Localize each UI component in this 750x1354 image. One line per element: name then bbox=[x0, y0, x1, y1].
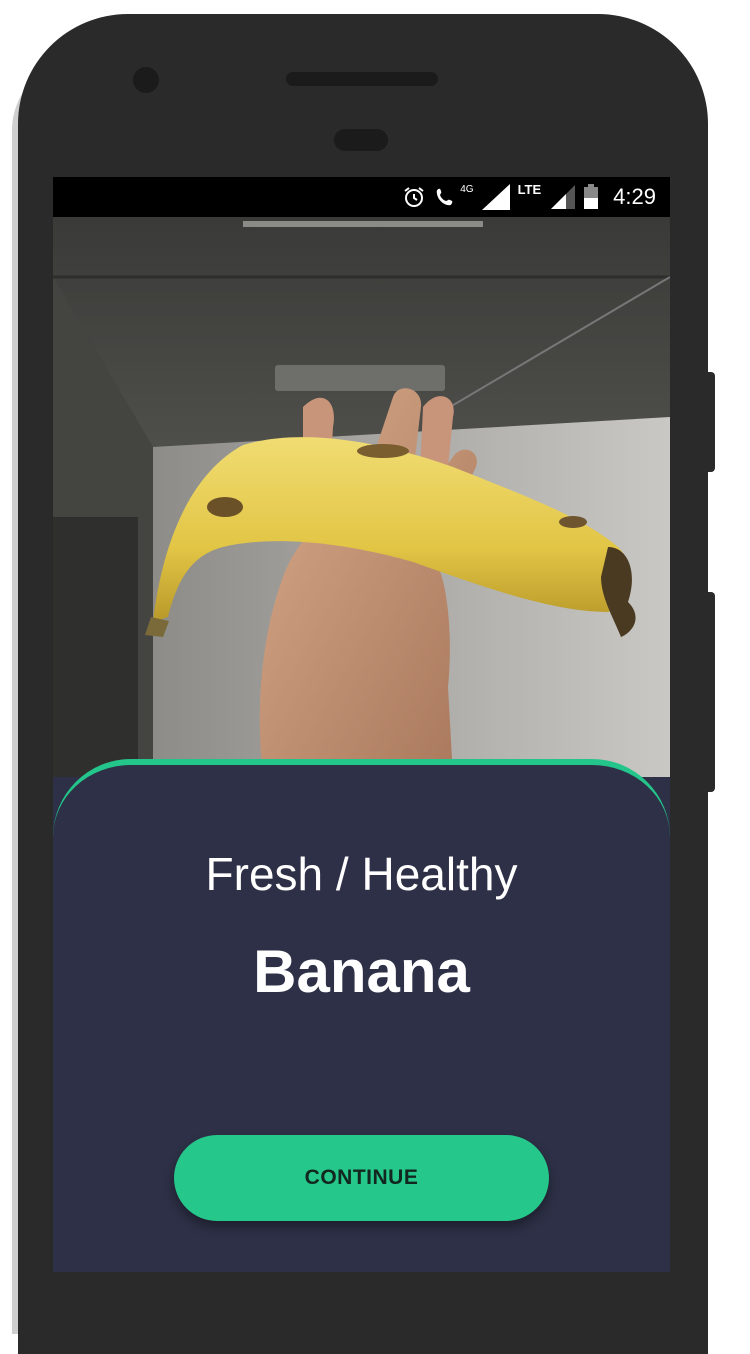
call-icon bbox=[434, 186, 456, 208]
battery-icon bbox=[583, 184, 599, 210]
app-screen: 4G LTE 4:29 Fresh / Healthy Banana CONTI… bbox=[53, 177, 670, 1272]
continue-button[interactable]: CONTINUE bbox=[174, 1135, 549, 1221]
network-badge: 4G bbox=[460, 183, 474, 195]
signal-icon bbox=[481, 184, 510, 210]
camera-photo bbox=[53, 217, 670, 777]
clock: 4:29 bbox=[613, 184, 656, 209]
speaker-grille bbox=[286, 72, 438, 86]
camera-preview bbox=[53, 217, 670, 777]
alarm-icon bbox=[402, 185, 426, 209]
result-card: Fresh / Healthy Banana CONTINUE bbox=[53, 759, 670, 1272]
freshness-status: Fresh / Healthy bbox=[205, 848, 518, 900]
signal-icon bbox=[551, 185, 576, 209]
detected-item-name: Banana bbox=[253, 938, 470, 1005]
status-bar: 4G LTE 4:29 bbox=[53, 177, 670, 217]
front-camera bbox=[133, 67, 159, 93]
earpiece bbox=[334, 129, 388, 151]
lte-label: LTE bbox=[517, 181, 542, 197]
